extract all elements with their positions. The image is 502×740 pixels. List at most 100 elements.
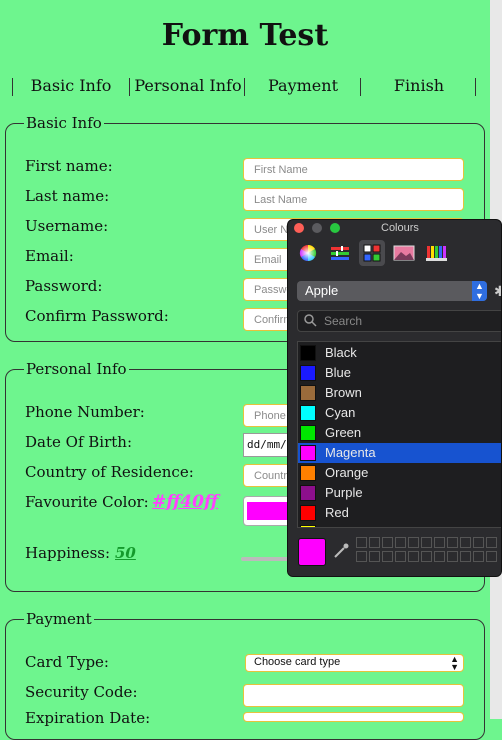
color-list-item[interactable]: Magenta xyxy=(298,443,501,463)
tab-basic-info[interactable]: Basic Info xyxy=(13,76,129,95)
first-name-label: First name: xyxy=(25,157,113,175)
color-wheel-icon xyxy=(299,244,317,262)
saved-swatch-slot[interactable] xyxy=(408,551,419,562)
favourite-color-label: Favourite Color: xyxy=(25,493,149,511)
confirm-password-label: Confirm Password: xyxy=(25,307,169,325)
color-wheel-tab[interactable] xyxy=(295,240,321,266)
username-label: Username: xyxy=(25,217,109,235)
saved-swatch-slot[interactable] xyxy=(447,551,458,562)
colours-panel: Colours Apple ▲ ▼ Search Black Blue Brow… xyxy=(287,219,502,577)
first-name-input[interactable] xyxy=(243,158,464,181)
saved-swatch-slot[interactable] xyxy=(369,551,380,562)
card-type-select[interactable]: Choose card type ▲ ▼ xyxy=(245,654,464,672)
payment-legend: Payment xyxy=(26,610,92,628)
page-title: Form Test xyxy=(161,18,329,53)
color-sliders-tab[interactable] xyxy=(327,240,353,266)
sliders-icon xyxy=(331,246,349,260)
saved-swatch-slot[interactable] xyxy=(395,551,406,562)
color-swatch xyxy=(300,465,316,481)
expiration-date-label: Expiration Date: xyxy=(25,709,151,727)
last-name-input[interactable] xyxy=(243,188,464,211)
saved-swatches-grid xyxy=(356,537,497,567)
color-list-item[interactable]: Cyan xyxy=(298,403,501,423)
saved-swatch-slot[interactable] xyxy=(460,537,471,548)
saved-swatch-slot[interactable] xyxy=(421,537,432,548)
saved-swatch-slot[interactable] xyxy=(395,537,406,548)
saved-swatch-slot[interactable] xyxy=(460,551,471,562)
color-search-input[interactable] xyxy=(297,310,501,332)
saved-swatch-slot[interactable] xyxy=(486,537,497,548)
happiness-value: 50 xyxy=(115,544,136,562)
happiness-slider[interactable] xyxy=(241,557,291,561)
tab-finish[interactable]: Finish xyxy=(361,76,477,95)
dob-input[interactable]: dd/mm/yyyy xyxy=(243,433,293,457)
saved-swatch-slot[interactable] xyxy=(382,551,393,562)
close-button[interactable] xyxy=(294,223,304,233)
color-name: Orange xyxy=(325,465,369,480)
color-list-item[interactable]: Red xyxy=(298,503,501,523)
saved-swatch-slot[interactable] xyxy=(369,537,380,548)
color-swatch xyxy=(300,345,316,361)
image-palette-icon xyxy=(393,245,415,261)
palette-grid-icon xyxy=(363,244,381,262)
color-swatch xyxy=(300,445,316,461)
color-name: Red xyxy=(325,505,349,520)
zoom-button[interactable] xyxy=(330,223,340,233)
tab-payment[interactable]: Payment xyxy=(245,76,361,95)
color-name: Purple xyxy=(325,485,363,500)
color-palettes-tab[interactable] xyxy=(359,240,385,266)
color-swatch xyxy=(300,485,316,501)
saved-swatch-slot[interactable] xyxy=(382,537,393,548)
nav-bar: Basic Info Personal Info Payment Finish xyxy=(12,74,476,100)
pencils-icon xyxy=(426,246,447,261)
saved-swatch-slot[interactable] xyxy=(473,537,484,548)
color-list: Black Blue Brown Cyan Green Magenta Orange Purp… xyxy=(297,341,501,528)
colours-toolbar xyxy=(288,238,501,270)
country-label: Country of Residence: xyxy=(25,463,194,481)
happiness-label: Happiness: xyxy=(25,544,111,562)
saved-swatch-slot[interactable] xyxy=(408,537,419,548)
saved-swatch-slot[interactable] xyxy=(356,551,367,562)
color-swatch-fill xyxy=(247,502,289,520)
eyedropper-icon[interactable] xyxy=(332,542,350,560)
security-code-input[interactable] xyxy=(243,684,464,707)
saved-swatch-slot[interactable] xyxy=(434,551,445,562)
saved-swatch-slot[interactable] xyxy=(473,551,484,562)
basic-info-legend: Basic Info xyxy=(26,114,102,132)
color-list-item[interactable]: Blue xyxy=(298,363,501,383)
color-list-item[interactable]: Orange xyxy=(298,463,501,483)
expiration-date-input[interactable] xyxy=(243,712,464,722)
color-list-item[interactable]: Green xyxy=(298,423,501,443)
saved-swatch-slot[interactable] xyxy=(434,537,445,548)
color-name: Cyan xyxy=(325,405,356,420)
saved-swatch-slot[interactable] xyxy=(421,551,432,562)
color-swatch xyxy=(300,505,316,521)
saved-swatch-slot[interactable] xyxy=(356,537,367,548)
pencils-tab[interactable] xyxy=(423,240,449,266)
color-list-item[interactable]: Purple xyxy=(298,483,501,503)
tab-personal-info[interactable]: Personal Info xyxy=(130,76,246,95)
color-list-item[interactable]: Black xyxy=(298,343,501,363)
dob-label: Date Of Birth: xyxy=(25,433,132,451)
last-name-label: Last name: xyxy=(25,187,110,205)
palette-name: Apple xyxy=(305,283,339,298)
password-label: Password: xyxy=(25,277,103,295)
color-list-item[interactable]: Brown xyxy=(298,383,501,403)
gear-icon[interactable]: ✱ xyxy=(494,283,501,300)
phone-label: Phone Number: xyxy=(25,403,145,421)
current-color-swatch[interactable] xyxy=(298,538,326,566)
minimize-button[interactable] xyxy=(312,223,322,233)
color-swatch xyxy=(300,425,316,441)
color-swatch xyxy=(300,405,316,421)
favourite-color-value: #ff40ff xyxy=(152,492,219,512)
image-palettes-tab[interactable] xyxy=(391,240,417,266)
palette-selector[interactable]: Apple ▲ ▼ xyxy=(297,281,487,301)
color-name: Green xyxy=(325,425,362,440)
card-type-value: Choose card type xyxy=(254,656,341,668)
colours-title: Colours xyxy=(381,222,419,234)
personal-info-legend: Personal Info xyxy=(26,360,127,378)
saved-swatch-slot[interactable] xyxy=(486,551,497,562)
saved-swatch-slot[interactable] xyxy=(447,537,458,548)
favourite-color-picker[interactable] xyxy=(243,496,293,526)
colours-titlebar: Colours xyxy=(288,220,501,236)
